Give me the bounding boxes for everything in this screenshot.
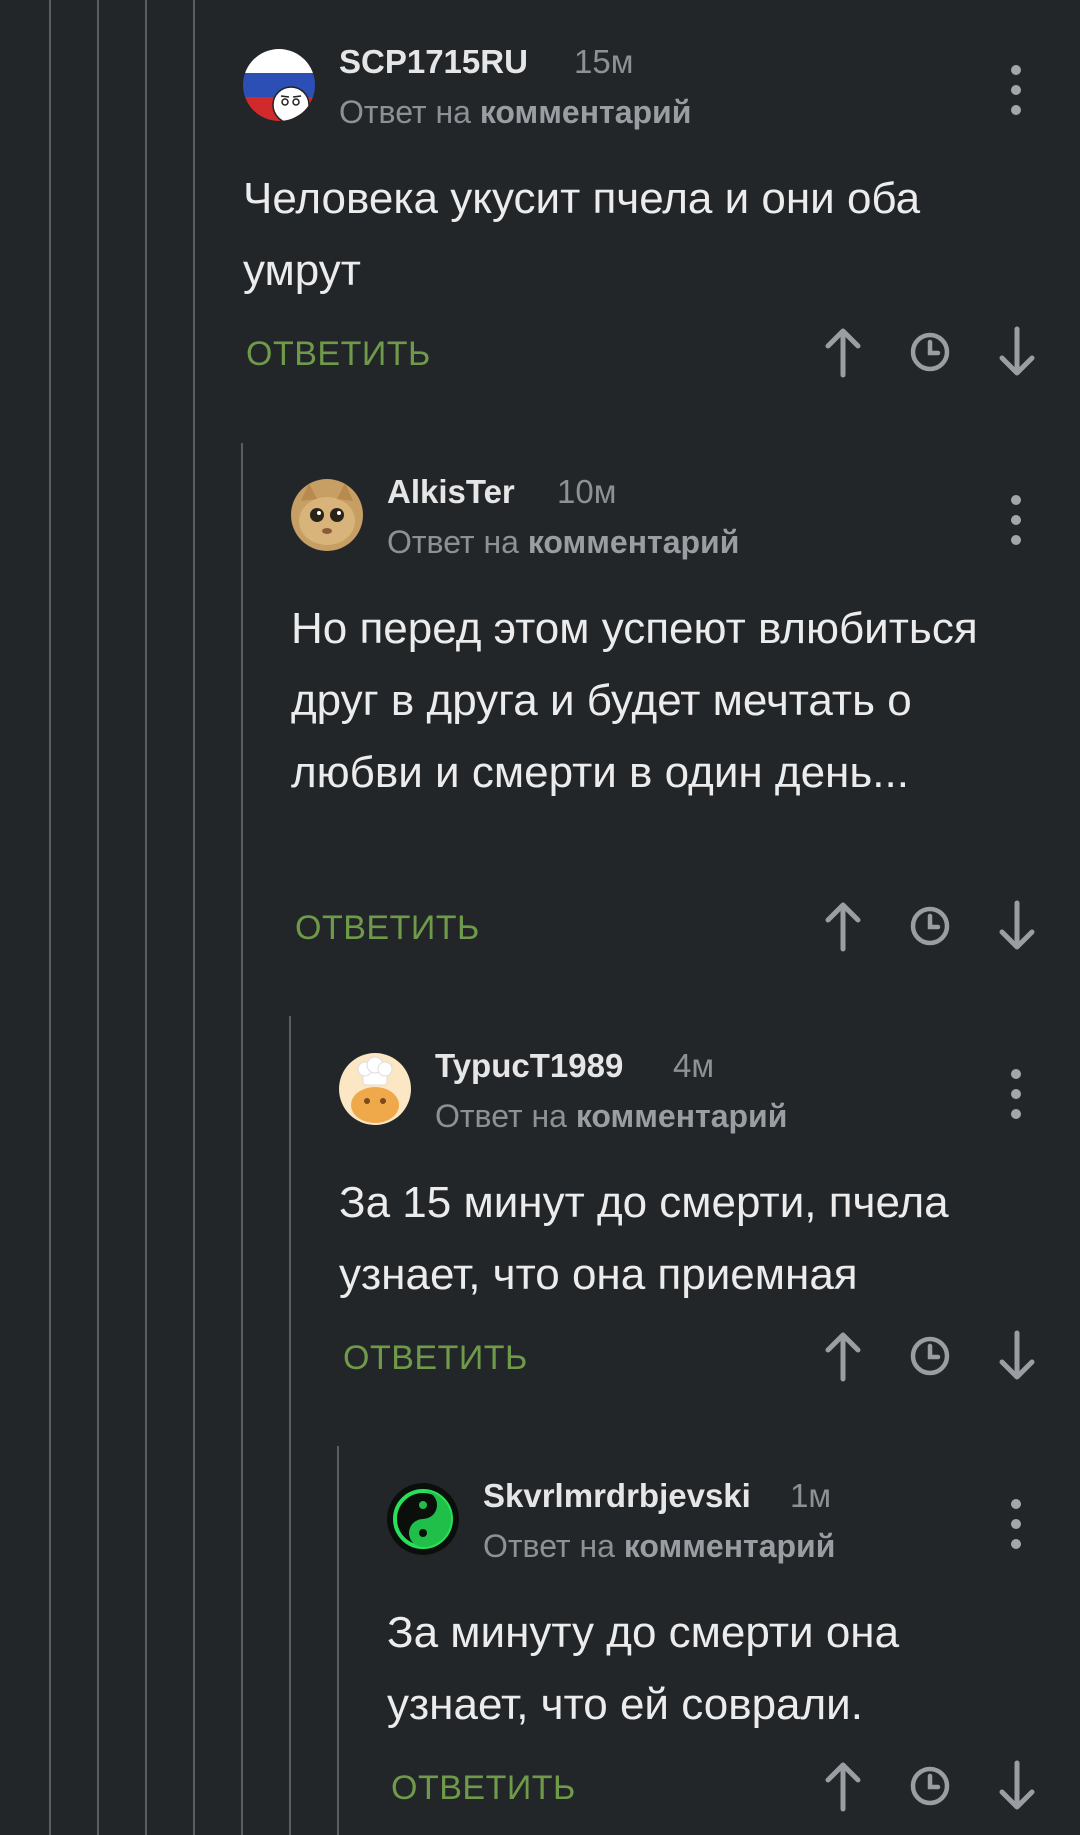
thread-line — [289, 1016, 291, 1835]
reply-to-line: Ответ на комментарий — [339, 94, 691, 131]
reply-to-link[interactable]: комментарий — [528, 524, 740, 560]
arrow-down-icon[interactable] — [990, 1329, 1044, 1383]
reply-button[interactable]: ОТВЕТИТЬ — [391, 1769, 576, 1808]
reply-button[interactable]: ОТВЕТИТЬ — [295, 909, 480, 948]
arrow-down-icon[interactable] — [990, 1759, 1044, 1813]
comment-time: 15м — [574, 43, 634, 80]
comment-author[interactable]: SCP1715RU — [339, 43, 528, 81]
reply-to-line: Ответ на комментарий — [483, 1528, 835, 1565]
clock-icon[interactable] — [903, 325, 957, 379]
arrow-down-icon[interactable] — [990, 899, 1044, 953]
reply-to-link[interactable]: комментарий — [576, 1098, 788, 1134]
reply-to-link[interactable]: комментарий — [624, 1528, 836, 1564]
arrow-up-icon[interactable] — [816, 325, 870, 379]
reply-to-prefix: Ответ на — [483, 1528, 615, 1564]
comment-text: За минуту до смерти она узнает, что ей с… — [387, 1608, 900, 1729]
thread-line — [337, 1446, 339, 1835]
reply-to-line: Ответ на комментарий — [435, 1098, 787, 1135]
thread-line — [145, 0, 147, 1835]
thread-line — [193, 0, 195, 1835]
comment-text: Но перед этом успеют влюбиться друг в др… — [291, 604, 978, 797]
russian-flag-avatar-icon — [243, 49, 315, 121]
comment-time: 4м — [673, 1047, 715, 1084]
yin-yang-avatar-icon — [387, 1483, 459, 1555]
arrow-up-icon[interactable] — [816, 1759, 870, 1813]
arrow-up-icon[interactable] — [816, 1329, 870, 1383]
reply-to-prefix: Ответ на — [387, 524, 519, 560]
comment-text: За 15 минут до смерти, пчела узнает, что… — [339, 1178, 949, 1299]
more-vertical-icon[interactable] — [1001, 492, 1031, 548]
clock-icon[interactable] — [903, 1329, 957, 1383]
thread-line — [241, 443, 243, 1835]
reply-button[interactable]: ОТВЕТИТЬ — [343, 1339, 528, 1378]
reply-to-link[interactable]: комментарий — [480, 94, 692, 130]
more-vertical-icon[interactable] — [1001, 1066, 1031, 1122]
arrow-up-icon[interactable] — [816, 899, 870, 953]
reply-to-prefix: Ответ на — [435, 1098, 567, 1134]
avatar[interactable] — [243, 49, 315, 121]
comment-text: Человека укусит пчела и они оба умрут — [243, 174, 921, 295]
comment-time: 1м — [790, 1477, 832, 1514]
arrow-down-icon[interactable] — [990, 325, 1044, 379]
comment-author[interactable]: TypucT1989 — [435, 1047, 623, 1085]
comment-time: 10м — [557, 473, 617, 510]
clock-icon[interactable] — [903, 1759, 957, 1813]
comment-author[interactable]: AlkisTer — [387, 473, 515, 511]
clock-icon[interactable] — [903, 899, 957, 953]
avatar[interactable] — [291, 479, 363, 551]
more-vertical-icon[interactable] — [1001, 62, 1031, 118]
reply-to-prefix: Ответ на — [339, 94, 471, 130]
cat-avatar-icon — [291, 479, 363, 551]
chef-avatar-icon — [339, 1053, 411, 1125]
comment-author[interactable]: Skvrlmrdrbjevski — [483, 1477, 751, 1515]
more-vertical-icon[interactable] — [1001, 1496, 1031, 1552]
avatar[interactable] — [387, 1483, 459, 1555]
reply-button[interactable]: ОТВЕТИТЬ — [246, 335, 431, 374]
reply-to-line: Ответ на комментарий — [387, 524, 739, 561]
avatar[interactable] — [339, 1053, 411, 1125]
thread-line — [97, 0, 99, 1835]
thread-line — [49, 0, 51, 1835]
